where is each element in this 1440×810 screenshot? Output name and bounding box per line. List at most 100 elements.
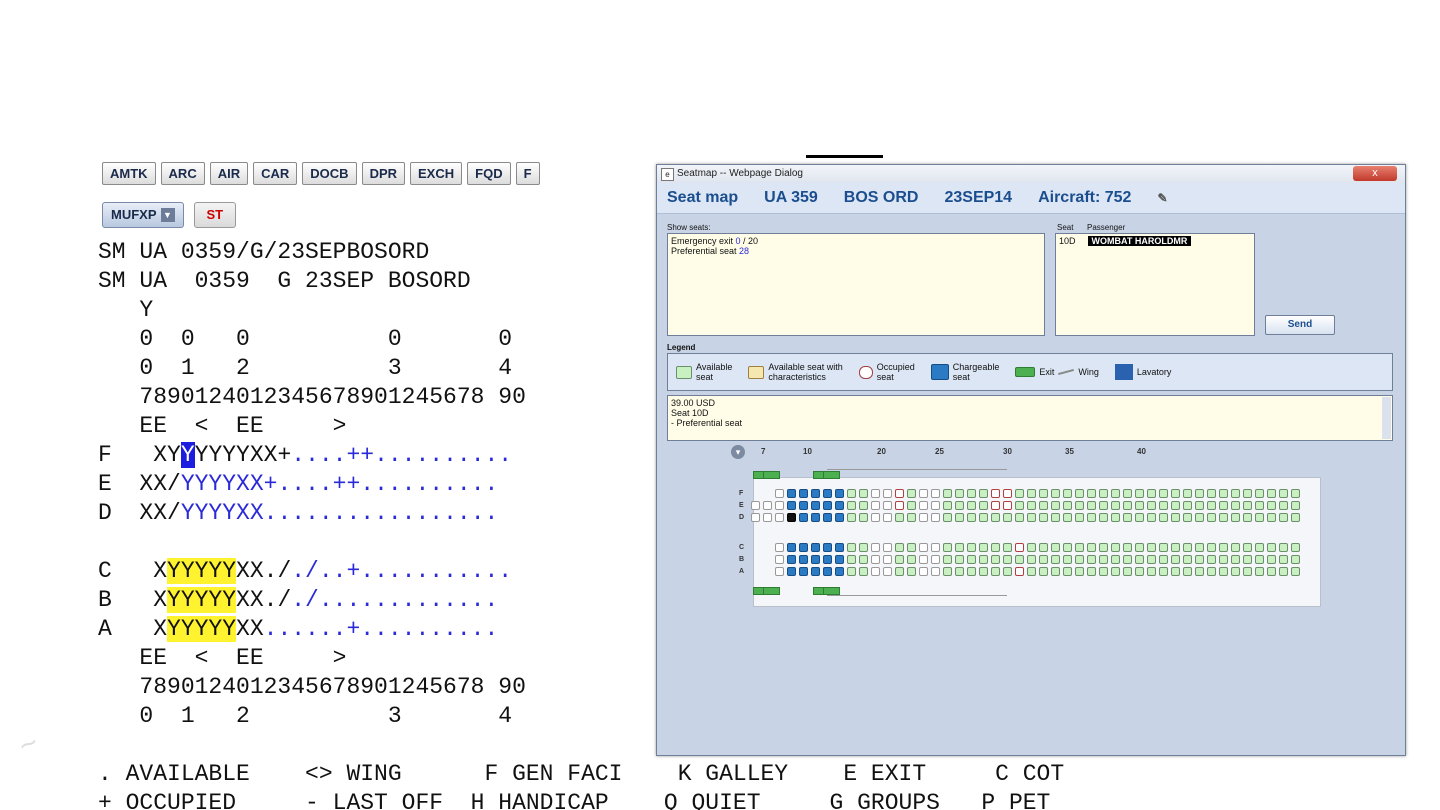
- seat[interactable]: [1051, 543, 1060, 552]
- seat[interactable]: [991, 513, 1000, 522]
- seat[interactable]: [1243, 513, 1252, 522]
- seat[interactable]: [1135, 543, 1144, 552]
- seat[interactable]: [895, 501, 904, 510]
- seat[interactable]: [1231, 543, 1240, 552]
- seat[interactable]: [1147, 489, 1156, 498]
- seat[interactable]: [1267, 513, 1276, 522]
- seat[interactable]: [1099, 543, 1108, 552]
- seat[interactable]: [1063, 543, 1072, 552]
- seat[interactable]: [859, 567, 868, 576]
- seat[interactable]: [799, 489, 808, 498]
- seat[interactable]: [1111, 543, 1120, 552]
- seat[interactable]: [955, 543, 964, 552]
- seat[interactable]: [1279, 555, 1288, 564]
- seat[interactable]: [991, 501, 1000, 510]
- seat[interactable]: [1291, 543, 1300, 552]
- seat[interactable]: [1267, 567, 1276, 576]
- seat[interactable]: [1219, 501, 1228, 510]
- seat[interactable]: [931, 567, 940, 576]
- seat[interactable]: [847, 501, 856, 510]
- seat[interactable]: [1255, 513, 1264, 522]
- seat[interactable]: [1219, 567, 1228, 576]
- selected-seat[interactable]: Y: [180, 442, 195, 468]
- seat[interactable]: [1147, 543, 1156, 552]
- seat[interactable]: [811, 555, 820, 564]
- toolbar-button[interactable]: DOCB: [302, 162, 357, 185]
- seat[interactable]: [787, 513, 796, 522]
- seat[interactable]: [811, 513, 820, 522]
- seat[interactable]: [1207, 501, 1216, 510]
- seat[interactable]: [1147, 501, 1156, 510]
- seat[interactable]: [1255, 567, 1264, 576]
- seat[interactable]: [979, 501, 988, 510]
- seat[interactable]: [1231, 501, 1240, 510]
- seat[interactable]: [1291, 513, 1300, 522]
- seat[interactable]: [859, 555, 868, 564]
- seat[interactable]: [955, 555, 964, 564]
- seat[interactable]: [847, 513, 856, 522]
- seat[interactable]: [943, 513, 952, 522]
- seat[interactable]: [1267, 543, 1276, 552]
- seat[interactable]: [1099, 501, 1108, 510]
- seat[interactable]: [1111, 501, 1120, 510]
- seat[interactable]: [1063, 489, 1072, 498]
- seat[interactable]: [919, 489, 928, 498]
- seat[interactable]: [907, 489, 916, 498]
- seat[interactable]: [967, 555, 976, 564]
- seat[interactable]: [955, 489, 964, 498]
- seat[interactable]: [1195, 501, 1204, 510]
- seat[interactable]: [787, 501, 796, 510]
- seat[interactable]: [1075, 513, 1084, 522]
- seat[interactable]: [931, 513, 940, 522]
- seat[interactable]: [1099, 567, 1108, 576]
- seat[interactable]: [1159, 501, 1168, 510]
- seat[interactable]: [883, 489, 892, 498]
- seat[interactable]: [1015, 555, 1024, 564]
- seat[interactable]: [1087, 543, 1096, 552]
- seat[interactable]: [943, 555, 952, 564]
- seat[interactable]: [1195, 513, 1204, 522]
- mufxp-dropdown[interactable]: MUFXP ▼: [102, 202, 184, 228]
- seat[interactable]: [1003, 567, 1012, 576]
- seat[interactable]: [1195, 543, 1204, 552]
- seat[interactable]: [895, 555, 904, 564]
- seat[interactable]: [835, 543, 844, 552]
- seat[interactable]: [859, 501, 868, 510]
- seat[interactable]: [823, 567, 832, 576]
- toolbar-button[interactable]: F: [515, 162, 540, 185]
- seat[interactable]: [811, 489, 820, 498]
- seat[interactable]: [1135, 489, 1144, 498]
- seat[interactable]: [967, 489, 976, 498]
- seat[interactable]: [835, 501, 844, 510]
- seat[interactable]: [1075, 555, 1084, 564]
- seat[interactable]: [1123, 489, 1132, 498]
- seat[interactable]: [1267, 501, 1276, 510]
- seat[interactable]: [1111, 489, 1120, 498]
- seat[interactable]: [871, 555, 880, 564]
- seat[interactable]: [979, 513, 988, 522]
- seat[interactable]: [775, 567, 784, 576]
- seat[interactable]: [1039, 555, 1048, 564]
- seat[interactable]: [847, 567, 856, 576]
- seat[interactable]: [1063, 513, 1072, 522]
- seat[interactable]: [1219, 543, 1228, 552]
- seat[interactable]: [1195, 555, 1204, 564]
- seat[interactable]: [1159, 567, 1168, 576]
- seat[interactable]: [1255, 501, 1264, 510]
- seat[interactable]: [979, 543, 988, 552]
- seat[interactable]: [1147, 513, 1156, 522]
- seat[interactable]: [847, 543, 856, 552]
- seat[interactable]: [1147, 567, 1156, 576]
- seat[interactable]: [955, 513, 964, 522]
- seat[interactable]: [787, 567, 796, 576]
- seat[interactable]: [1075, 501, 1084, 510]
- seat[interactable]: [931, 543, 940, 552]
- seat[interactable]: [1219, 513, 1228, 522]
- seat[interactable]: [1063, 501, 1072, 510]
- seat[interactable]: [1003, 501, 1012, 510]
- seat[interactable]: [1039, 567, 1048, 576]
- seat[interactable]: [991, 567, 1000, 576]
- seat[interactable]: [1279, 501, 1288, 510]
- seat[interactable]: [1255, 543, 1264, 552]
- seat[interactable]: [883, 543, 892, 552]
